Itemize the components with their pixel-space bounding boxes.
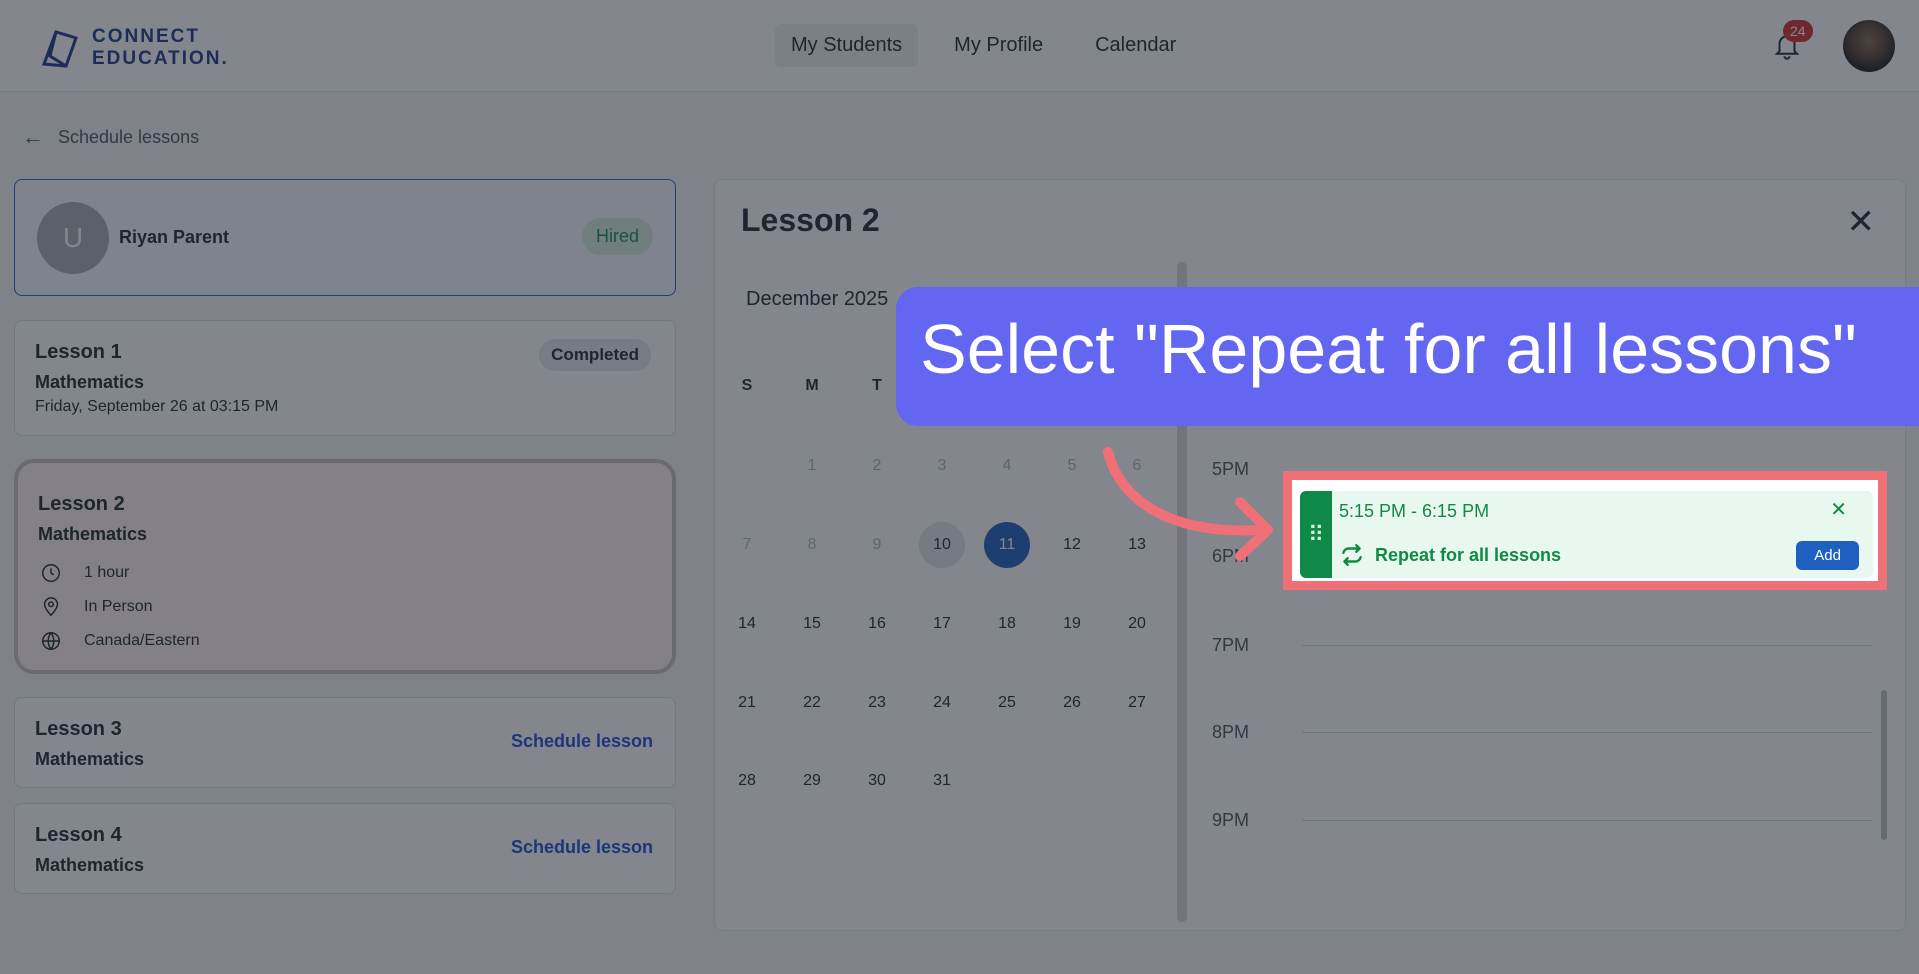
calendar-day[interactable]: 12 xyxy=(1049,522,1095,568)
calendar-day[interactable]: 17 xyxy=(919,601,965,647)
logo-line1: CONNECT xyxy=(92,26,200,47)
calendar-day[interactable]: 5 xyxy=(1049,443,1095,489)
logo-line2: EDUCATION. xyxy=(92,48,229,69)
close-icon[interactable]: ✕ xyxy=(1847,202,1876,242)
calendar-day[interactable]: 15 xyxy=(789,601,835,647)
instruction-tooltip: Select "Repeat for all lessons" xyxy=(896,287,1919,426)
nav-my-profile[interactable]: My Profile xyxy=(938,24,1059,67)
calendar-day[interactable]: 19 xyxy=(1049,601,1095,647)
tooltip-text: Select "Repeat for all lessons" xyxy=(920,310,1857,388)
nav-my-students[interactable]: My Students xyxy=(775,24,919,67)
calendar-day[interactable]: 2 xyxy=(854,443,900,489)
scrollbar[interactable] xyxy=(1881,690,1887,840)
calendar-day[interactable]: 10 xyxy=(919,522,965,568)
schedule-lesson-button[interactable]: Schedule lesson xyxy=(511,837,653,858)
calendar-day[interactable]: 7 xyxy=(724,522,770,568)
logo-icon xyxy=(41,30,78,68)
lesson-card-2[interactable]: Lesson 2 Mathematics 1 hour In Person Ca… xyxy=(14,459,676,674)
time-label: 7PM xyxy=(1212,635,1250,655)
student-avatar: U xyxy=(37,202,109,274)
back-link[interactable]: ← Schedule lessons xyxy=(22,124,199,150)
weekday-header: M xyxy=(805,377,819,394)
schedule-lesson-button[interactable]: Schedule lesson xyxy=(511,731,653,752)
calendar-day[interactable]: 11 xyxy=(984,522,1030,568)
calendar-day[interactable]: 20 xyxy=(1114,601,1160,647)
calendar-day[interactable]: 14 xyxy=(724,601,770,647)
calendar-day[interactable]: 24 xyxy=(919,680,965,726)
slot-time-range: 5:15 PM - 6:15 PM xyxy=(1339,501,1490,521)
student-card[interactable]: U Riyan Parent Hired xyxy=(14,179,676,296)
lesson-subject: Mathematics xyxy=(35,855,145,875)
lesson-card-4[interactable]: Lesson 4 Mathematics Schedule lesson xyxy=(14,803,676,894)
lesson-date: Friday, September 26 at 03:15 PM xyxy=(35,398,279,415)
calendar-day[interactable]: 9 xyxy=(854,522,900,568)
clock-icon xyxy=(38,560,64,586)
user-avatar[interactable] xyxy=(1843,20,1895,72)
calendar-day[interactable]: 28 xyxy=(724,758,770,804)
lesson-subject: Mathematics xyxy=(38,524,148,544)
calendar-day[interactable]: 25 xyxy=(984,680,1030,726)
drag-handle-icon[interactable]: ⠿ xyxy=(1300,491,1332,578)
month-label: December 2025 xyxy=(746,288,889,310)
time-label: 8PM xyxy=(1212,722,1250,742)
lesson-card-3[interactable]: Lesson 3 Mathematics Schedule lesson xyxy=(14,697,676,788)
pointer-arrow-icon xyxy=(1103,447,1273,561)
hour-gridline xyxy=(1302,820,1872,821)
calendar-day[interactable]: 30 xyxy=(854,758,900,804)
back-label: Schedule lessons xyxy=(58,126,200,147)
lesson-title: Lesson 2 xyxy=(38,493,125,515)
calendar-day[interactable]: 22 xyxy=(789,680,835,726)
calendar-day[interactable]: 29 xyxy=(789,758,835,804)
calendar-day[interactable]: 18 xyxy=(984,601,1030,647)
add-button[interactable]: Add xyxy=(1796,541,1859,570)
repeat-label: Repeat for all lessons xyxy=(1375,544,1562,565)
logo[interactable]: CONNECT EDUCATION. xyxy=(36,24,229,72)
completed-badge: Completed xyxy=(539,339,651,371)
panel-title: Lesson 2 xyxy=(741,202,880,238)
lesson-subject: Mathematics xyxy=(35,749,145,769)
calendar-day[interactable]: 16 xyxy=(854,601,900,647)
location-row: In Person xyxy=(38,594,152,620)
calendar-day[interactable]: 23 xyxy=(854,680,900,726)
calendar-day[interactable]: 21 xyxy=(724,680,770,726)
hour-gridline xyxy=(1302,732,1872,733)
hour-gridline xyxy=(1302,645,1872,646)
lesson-title: Lesson 1 xyxy=(35,341,122,363)
student-name: Riyan Parent xyxy=(119,227,230,247)
slot-close-icon[interactable]: ✕ xyxy=(1830,497,1847,522)
calendar-day[interactable]: 8 xyxy=(789,522,835,568)
top-header: CONNECT EDUCATION. My Students My Profil… xyxy=(0,0,1919,92)
weekday-header: S xyxy=(741,377,753,394)
location-pin-icon xyxy=(38,594,64,620)
lesson-title: Lesson 4 xyxy=(35,824,122,846)
calendar-day[interactable]: 27 xyxy=(1114,680,1160,726)
nav-calendar[interactable]: Calendar xyxy=(1079,24,1192,67)
status-badge: Hired xyxy=(581,218,653,255)
duration-row: 1 hour xyxy=(38,560,129,586)
globe-icon xyxy=(38,628,64,654)
repeat-icon xyxy=(1342,544,1362,566)
lesson-card-1[interactable]: Lesson 1 Mathematics Friday, September 2… xyxy=(14,320,676,436)
lesson-time-slot[interactable]: ⠿ 5:15 PM - 6:15 PM ✕ Repeat for all les… xyxy=(1300,491,1873,578)
main-nav: My Students My Profile Calendar xyxy=(775,24,1212,67)
calendar-day[interactable]: 31 xyxy=(919,758,965,804)
repeat-all-lessons-option[interactable]: Repeat for all lessons xyxy=(1339,542,1561,568)
arrow-left-icon: ← xyxy=(22,124,44,149)
lesson-title: Lesson 3 xyxy=(35,718,122,740)
weekday-header: T xyxy=(872,377,882,394)
timezone-text: Canada/Eastern xyxy=(84,632,200,649)
calendar-day[interactable]: 1 xyxy=(789,443,835,489)
notification-badge: 24 xyxy=(1783,20,1813,42)
lesson-subject: Mathematics xyxy=(35,372,145,392)
calendar-day[interactable]: 4 xyxy=(984,443,1030,489)
location-text: In Person xyxy=(84,598,153,615)
timezone-row: Canada/Eastern xyxy=(38,628,200,654)
calendar-day[interactable]: 26 xyxy=(1049,680,1095,726)
calendar-day[interactable]: 3 xyxy=(919,443,965,489)
time-label: 9PM xyxy=(1212,810,1250,830)
duration-text: 1 hour xyxy=(84,564,130,581)
